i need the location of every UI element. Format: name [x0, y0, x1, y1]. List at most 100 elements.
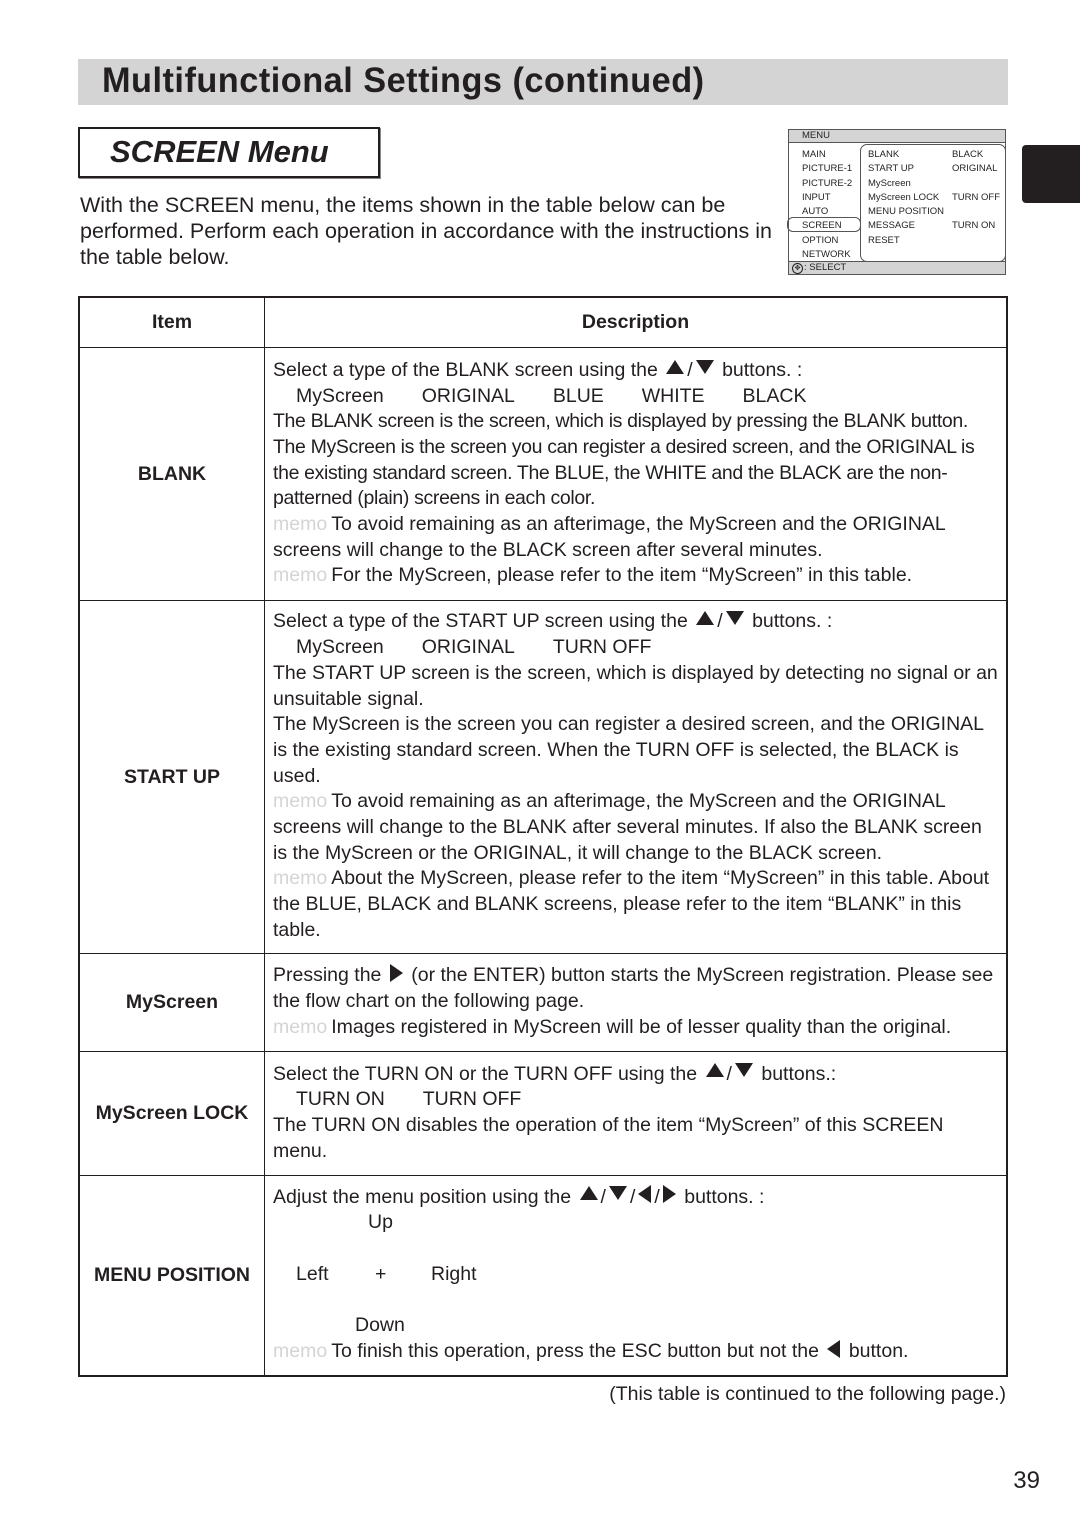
table-header-row: Item Description [78, 296, 1008, 348]
table-row: MyScreen Pressing the (or the ENTER) but… [78, 953, 1008, 1052]
position-left-label: Left [296, 1263, 329, 1286]
chapter-tab-marker [1022, 145, 1080, 203]
option: TURN OFF [552, 636, 652, 659]
osd-left-item: PICTURE-1 [802, 163, 853, 175]
osd-submenu-item: MENU POSITION [868, 206, 945, 218]
osd-value: TURN OFF [952, 191, 1001, 203]
table-row: MENU POSITION Adjust the menu position u… [78, 1175, 1008, 1376]
osd-left-menu: MAIN PICTURE-1 PICTURE-2 INPUT AUTO SCRE… [802, 148, 852, 262]
up-arrow-icon [705, 1063, 724, 1078]
memo-label: memo [273, 1340, 328, 1363]
left-arrow-icon [638, 1185, 652, 1204]
page-title-bar: Multifunctional Settings (continued) [78, 59, 1008, 105]
down-arrow-icon [725, 611, 744, 626]
description-text: The START UP screen is the screen, which… [273, 661, 998, 710]
memo-label: memo [273, 1015, 328, 1038]
column-header-description: Description [264, 296, 1008, 348]
memo-label: memo [273, 564, 328, 587]
section-heading: SCREEN Menu [110, 134, 329, 169]
option: MyScreen [296, 384, 384, 407]
position-diagram: Up Left + Right Down [273, 1210, 998, 1339]
memo-label: memo [273, 513, 328, 536]
memo-note: memo For the MyScreen, please refer to th… [273, 564, 913, 587]
column-header-item: Item [78, 296, 265, 348]
screen-menu-table: Item Description BLANK Select a type of … [78, 296, 1008, 1377]
osd-left-item: INPUT [802, 191, 831, 203]
row-description-myscreen-lock: Select the TURN ON or the TURN OFF using… [264, 1051, 1008, 1176]
osd-left-item: PICTURE-2 [802, 177, 853, 189]
row-item-blank: BLANK [78, 347, 265, 601]
option-list: TURN ON TURN OFF [273, 1087, 998, 1113]
memo-note: memo To finish this operation, press the … [273, 1340, 909, 1363]
option: ORIGINAL [421, 384, 515, 407]
row-description-myscreen: Pressing the (or the ENTER) button start… [264, 953, 1008, 1052]
option: MyScreen [296, 636, 384, 659]
option: TURN OFF [422, 1088, 522, 1111]
position-down-label: Down [355, 1314, 405, 1337]
select-dpad-icon: ✥ [792, 263, 803, 274]
up-arrow-icon [666, 359, 685, 374]
down-arrow-icon [608, 1186, 627, 1201]
table-row: MyScreen LOCK Select the TURN ON or the … [78, 1051, 1008, 1176]
option: BLACK [742, 384, 807, 407]
right-arrow-icon [662, 1185, 676, 1204]
page-number: 39 [1013, 1467, 1040, 1494]
row-item-myscreen: MyScreen [78, 953, 265, 1052]
osd-value [952, 177, 1000, 191]
option: BLUE [552, 384, 604, 407]
table-row: BLANK Select a type of the BLANK screen … [78, 347, 1008, 601]
down-arrow-icon [734, 1063, 753, 1078]
osd-submenu-item: BLANK [868, 149, 900, 160]
osd-left-item: OPTION [802, 234, 839, 246]
table-row: START UP Select a type of the START UP s… [78, 600, 1008, 954]
left-arrow-icon [827, 1340, 841, 1359]
row-item-myscreen-lock: MyScreen LOCK [78, 1051, 265, 1176]
osd-value: ORIGINAL [952, 163, 998, 175]
continued-note: (This table is continued to the followin… [609, 1383, 1006, 1405]
osd-submenu-values: BLACK ORIGINAL TURN OFF TURN ON [952, 148, 1000, 234]
option: TURN ON [296, 1088, 385, 1111]
osd-menu-illustration: MENU MAIN PICTURE-1 PICTURE-2 INPUT AUTO… [787, 129, 1006, 275]
description-text: The MyScreen is the screen you can regis… [273, 713, 984, 787]
row-item-startup: START UP [78, 600, 265, 954]
position-up-label: Up [368, 1211, 393, 1234]
memo-note: memo To avoid remaining as an afterimage,… [273, 790, 982, 864]
position-center-label: + [375, 1263, 387, 1286]
row-description-startup: Select a type of the START UP screen usi… [264, 600, 1008, 954]
osd-left-item: MAIN [802, 149, 826, 160]
right-arrow-icon [389, 964, 403, 983]
down-arrow-icon [695, 359, 714, 374]
option-list: MyScreen ORIGINAL BLUE WHITE BLACK [273, 384, 998, 410]
row-description-menu-position: Adjust the menu position using the / / / b… [264, 1175, 1008, 1376]
up-arrow-icon [696, 611, 715, 626]
page-title: Multifunctional Settings (continued) [102, 61, 705, 100]
osd-value [952, 205, 1000, 219]
section-heading-box: SCREEN Menu [78, 127, 380, 178]
osd-selection-highlight [787, 217, 861, 232]
memo-note: memo To avoid remaining as an afterimage,… [273, 513, 946, 561]
description-text: The TURN ON disables the operation of th… [273, 1114, 944, 1162]
osd-submenu-item: MyScreen [868, 177, 911, 189]
osd-submenu-item: MyScreen LOCK [868, 191, 940, 203]
description-text: The BLANK screen is the screen, which is… [273, 410, 975, 510]
option: ORIGINAL [421, 636, 515, 659]
osd-submenu-items: BLANK START UP MyScreen MyScreen LOCK ME… [868, 148, 944, 248]
option: WHITE [641, 384, 705, 407]
row-item-menu-position: MENU POSITION [78, 1175, 265, 1376]
option-list: MyScreen ORIGINAL TURN OFF [273, 635, 998, 661]
memo-note: memo About the MyScreen, please refer to … [273, 867, 990, 941]
osd-menu-header: MENU [789, 130, 1005, 143]
memo-label: memo [273, 867, 328, 890]
osd-value: BLACK [952, 149, 984, 160]
osd-submenu-item: RESET [868, 234, 900, 246]
up-arrow-icon [579, 1186, 598, 1201]
osd-menu-footer: ✥ : SELECT [789, 261, 1005, 274]
memo-note: memo Images registered in MyScreen will b… [273, 1015, 952, 1038]
position-right-label: Right [431, 1263, 477, 1286]
osd-submenu-item: START UP [868, 163, 914, 175]
intro-paragraph: With the SCREEN menu, the items shown in… [80, 193, 772, 269]
osd-submenu-item: MESSAGE [868, 220, 915, 232]
memo-label: memo [273, 790, 328, 813]
row-description-blank: Select a type of the BLANK screen using … [264, 347, 1008, 601]
osd-value: TURN ON [952, 220, 996, 232]
